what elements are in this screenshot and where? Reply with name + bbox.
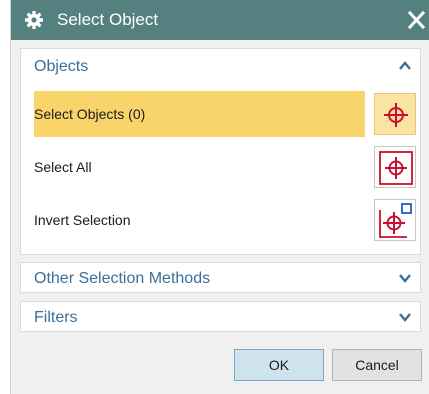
select-all-button[interactable] — [374, 146, 416, 188]
crosshair-icon — [384, 103, 408, 127]
chevron-down-icon[interactable] — [398, 310, 412, 324]
cancel-button[interactable]: Cancel — [332, 349, 422, 381]
chevron-up-icon[interactable] — [398, 59, 412, 73]
filters-section[interactable]: Filters — [20, 301, 421, 332]
chevron-down-icon[interactable] — [398, 271, 412, 285]
invert-selection-row[interactable]: Invert Selection — [34, 197, 416, 243]
objects-section: Objects Select Objects (0) Select All In… — [20, 48, 421, 255]
filters-title: Filters — [34, 309, 78, 326]
close-button[interactable] — [402, 6, 429, 34]
select-objects-label[interactable]: Select Objects (0) — [34, 91, 365, 137]
ok-button[interactable]: OK — [234, 349, 324, 381]
select-objects-row[interactable]: Select Objects (0) — [34, 91, 416, 137]
select-object-dialog: Select Object Objects Select Objects (0) — [10, 0, 429, 394]
select-all-crosshair-icon — [379, 151, 413, 185]
select-objects-button[interactable] — [374, 93, 416, 135]
invert-selection-crosshair-icon — [379, 203, 412, 238]
close-icon — [407, 10, 426, 30]
objects-section-header[interactable]: Objects — [21, 49, 420, 83]
invert-selection-button[interactable] — [374, 199, 416, 241]
other-selection-methods-title: Other Selection Methods — [34, 270, 211, 287]
dialog-title: Select Object — [57, 10, 159, 29]
other-selection-methods-section[interactable]: Other Selection Methods — [20, 262, 421, 293]
dialog-titlebar[interactable]: Select Object — [11, 0, 429, 40]
invert-selection-label[interactable]: Invert Selection — [34, 197, 365, 243]
gear-icon — [24, 10, 44, 30]
select-all-row[interactable]: Select All — [34, 144, 416, 190]
objects-section-title: Objects — [34, 58, 89, 75]
select-all-label[interactable]: Select All — [34, 144, 365, 190]
